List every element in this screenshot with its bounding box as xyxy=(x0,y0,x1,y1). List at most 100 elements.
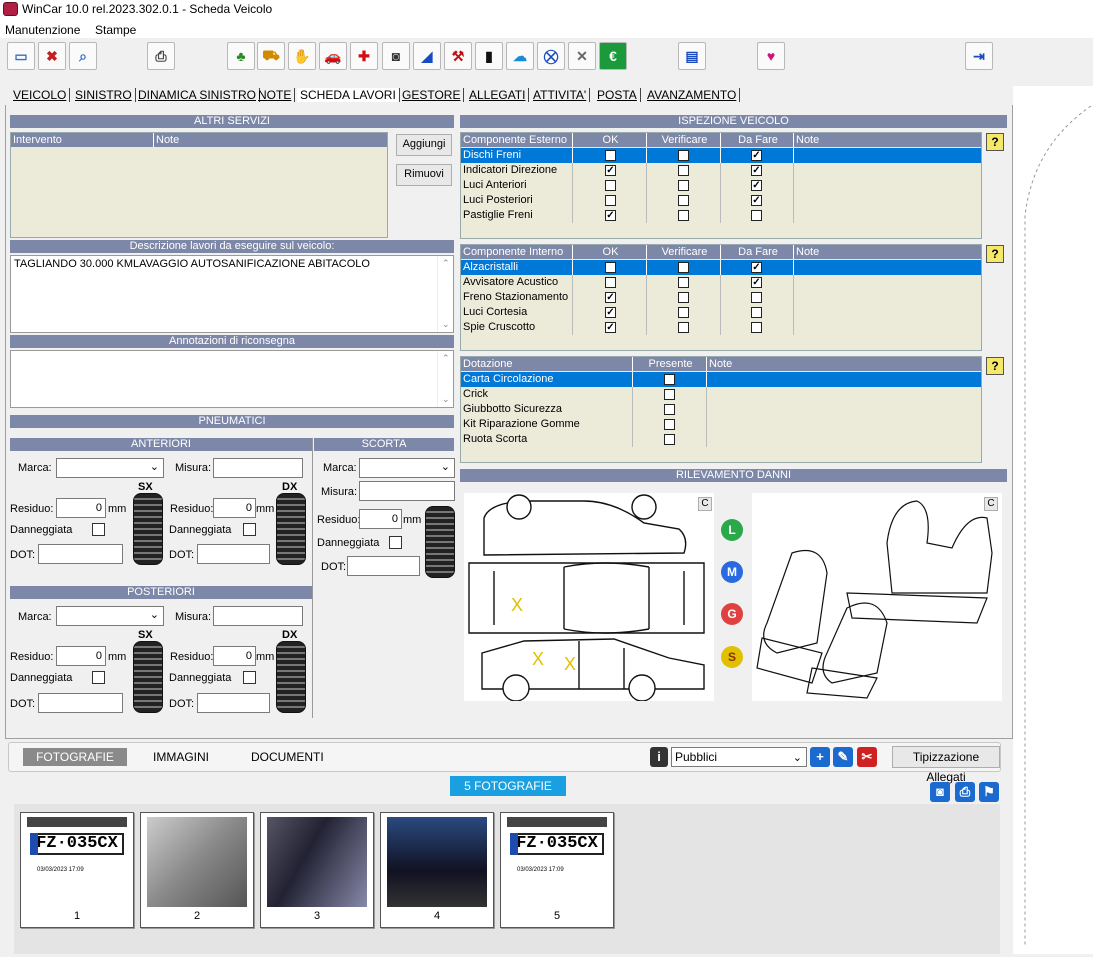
dot-post-dx-input[interactable] xyxy=(197,693,270,713)
da-fare-checkbox[interactable]: ✓ xyxy=(751,165,762,176)
verificare-checkbox[interactable] xyxy=(678,150,689,161)
table-row[interactable]: Indicatori Direzione ✓ ✓ xyxy=(461,163,981,178)
componenti-esterni-grid[interactable]: Componente Esterno OK Verificare Da Fare Not… xyxy=(460,132,982,239)
tow-truck-icon[interactable]: ⛟ xyxy=(257,42,285,70)
dotazione-grid[interactable]: Dotazione Presente Note Carta Circolazione… xyxy=(460,356,982,463)
rimuovi-button[interactable]: Rimuovi xyxy=(396,164,452,186)
aggiungi-button[interactable]: Aggiungi xyxy=(396,134,452,156)
ok-checkbox[interactable] xyxy=(605,195,616,206)
wrench-icon[interactable]: ✕ xyxy=(568,42,596,70)
dot-scorta-input[interactable] xyxy=(347,556,420,576)
handshake-icon[interactable]: ✋ xyxy=(288,42,316,70)
tab-avanzamento[interactable]: AVANZAMENTO xyxy=(644,88,741,102)
da-fare-checkbox[interactable] xyxy=(751,210,762,221)
verificare-checkbox[interactable] xyxy=(678,262,689,273)
marca-scorta-select[interactable] xyxy=(359,458,455,478)
table-row[interactable]: Luci Anteriori ✓ xyxy=(461,178,981,193)
residuo-ant-dx-input[interactable]: 0 xyxy=(213,498,256,518)
da-fare-checkbox[interactable]: ✓ xyxy=(751,262,762,273)
table-row[interactable]: Spie Cruscotto ✓ xyxy=(461,320,981,335)
table-row[interactable]: Luci Cortesia ✓ xyxy=(461,305,981,320)
photo-thumbnail[interactable]: FZ·035CX 03/03/2023 17:09 1 xyxy=(20,812,134,928)
new-document-icon[interactable]: ▭ xyxy=(7,42,35,70)
edit-icon[interactable]: ✎ xyxy=(833,747,853,767)
euro-icon[interactable]: € xyxy=(599,42,627,70)
tab-veicolo[interactable]: VEICOLO xyxy=(10,88,71,102)
marca-anteriori-select[interactable] xyxy=(56,458,164,478)
table-row[interactable]: Pastiglie Freni ✓ xyxy=(461,208,981,223)
da-fare-checkbox[interactable]: ✓ xyxy=(751,180,762,191)
annotazioni-textarea[interactable] xyxy=(10,350,454,408)
tab-dinamica-sinistro[interactable]: DINAMICA SINISTRO xyxy=(135,88,261,102)
visibility-select[interactable]: Pubblici xyxy=(671,747,807,767)
danneggiata-ant-sx-checkbox[interactable] xyxy=(92,523,105,536)
damage-marker[interactable]: X xyxy=(532,649,544,670)
presente-checkbox[interactable] xyxy=(664,434,675,445)
table-row[interactable]: Alzacristalli ✓ xyxy=(461,260,981,275)
photo-thumbnail[interactable]: 4 xyxy=(380,812,494,928)
misura-posteriori-input[interactable] xyxy=(213,606,303,626)
table-row[interactable]: Avvisatore Acustico ✓ xyxy=(461,275,981,290)
ok-checkbox[interactable] xyxy=(605,180,616,191)
damage-level-m-icon[interactable]: M xyxy=(721,561,743,583)
delete-icon[interactable]: ✂ xyxy=(857,747,877,767)
table-row[interactable]: Ruota Scorta xyxy=(461,432,981,447)
tab-gestore[interactable]: GESTORE xyxy=(399,88,465,102)
damage-level-g-icon[interactable]: G xyxy=(721,603,743,625)
ok-checkbox[interactable]: ✓ xyxy=(605,165,616,176)
presente-checkbox[interactable] xyxy=(664,374,675,385)
tab-immagini[interactable]: IMMAGINI xyxy=(153,750,209,764)
exit-icon[interactable]: ⇥ xyxy=(965,42,993,70)
tab-posta[interactable]: POSTA xyxy=(594,88,641,102)
dot-ant-dx-input[interactable] xyxy=(197,544,270,564)
print-icon[interactable]: ⎙ xyxy=(147,42,175,70)
ok-checkbox[interactable] xyxy=(605,150,616,161)
verificare-checkbox[interactable] xyxy=(678,165,689,176)
componenti-interni-grid[interactable]: Componente Interno OK Verificare Da Fare Not… xyxy=(460,244,982,351)
altri-servizi-grid[interactable]: Intervento Note xyxy=(10,132,388,238)
residuo-scorta-input[interactable]: 0 xyxy=(359,509,402,529)
descrizione-textarea[interactable]: TAGLIANDO 30.000 KMLAVAGGIO AUTOSANIFICA… xyxy=(10,255,454,333)
tools-icon[interactable]: ⚒ xyxy=(444,42,472,70)
danneggiata-scorta-checkbox[interactable] xyxy=(389,536,402,549)
car-exterior-diagram[interactable]: X X X xyxy=(464,493,714,702)
table-row[interactable]: Giubbotto Sicurezza xyxy=(461,402,981,417)
tab-documenti[interactable]: DOCUMENTI xyxy=(251,750,324,764)
verificare-checkbox[interactable] xyxy=(678,180,689,191)
da-fare-checkbox[interactable]: ✓ xyxy=(751,150,762,161)
tab-fotografie[interactable]: FOTOGRAFIE xyxy=(23,748,127,766)
car-icon[interactable]: 🚗 xyxy=(319,42,347,70)
verificare-checkbox[interactable] xyxy=(678,322,689,333)
menu-stampe[interactable]: Stampe xyxy=(95,23,136,37)
heart-monitor-icon[interactable]: ♥ xyxy=(757,42,785,70)
marca-posteriori-select[interactable] xyxy=(56,606,164,626)
damage-level-s-icon[interactable]: S xyxy=(721,646,743,668)
ok-checkbox[interactable]: ✓ xyxy=(605,322,616,333)
scanner-icon[interactable]: ◢ xyxy=(413,42,441,70)
map-icon[interactable]: ⚑ xyxy=(979,782,999,802)
da-fare-checkbox[interactable] xyxy=(751,307,762,318)
table-row[interactable]: Dischi Freni ✓ xyxy=(461,148,981,163)
presente-checkbox[interactable] xyxy=(664,389,675,400)
table-row[interactable]: Luci Posteriori ✓ xyxy=(461,193,981,208)
table-row[interactable]: Kit Riparazione Gomme xyxy=(461,417,981,432)
photo-thumbnail[interactable]: 3 xyxy=(260,812,374,928)
tab-note[interactable]: NOTE xyxy=(255,88,296,102)
help-dotazione-icon[interactable]: ? xyxy=(986,357,1004,375)
da-fare-checkbox[interactable]: ✓ xyxy=(751,277,762,288)
mobile-icon[interactable]: ▮ xyxy=(475,42,503,70)
menu-manutenzione[interactable]: Manutenzione xyxy=(5,23,80,37)
misura-scorta-input[interactable] xyxy=(359,481,455,501)
camera-icon[interactable]: ◙ xyxy=(930,782,950,802)
residuo-post-dx-input[interactable]: 0 xyxy=(213,646,256,666)
dot-post-sx-input[interactable] xyxy=(38,693,123,713)
verificare-checkbox[interactable] xyxy=(678,307,689,318)
camera-icon[interactable]: ◙ xyxy=(382,42,410,70)
cloud-download-icon[interactable]: ☁ xyxy=(506,42,534,70)
cart-icon[interactable]: ⛒ xyxy=(537,42,565,70)
table-row[interactable]: Carta Circolazione xyxy=(461,372,981,387)
table-row[interactable]: Freno Stazionamento ✓ xyxy=(461,290,981,305)
help-interno-icon[interactable]: ? xyxy=(986,245,1004,263)
photo-thumbnail[interactable]: 2 xyxy=(140,812,254,928)
ok-checkbox[interactable]: ✓ xyxy=(605,307,616,318)
